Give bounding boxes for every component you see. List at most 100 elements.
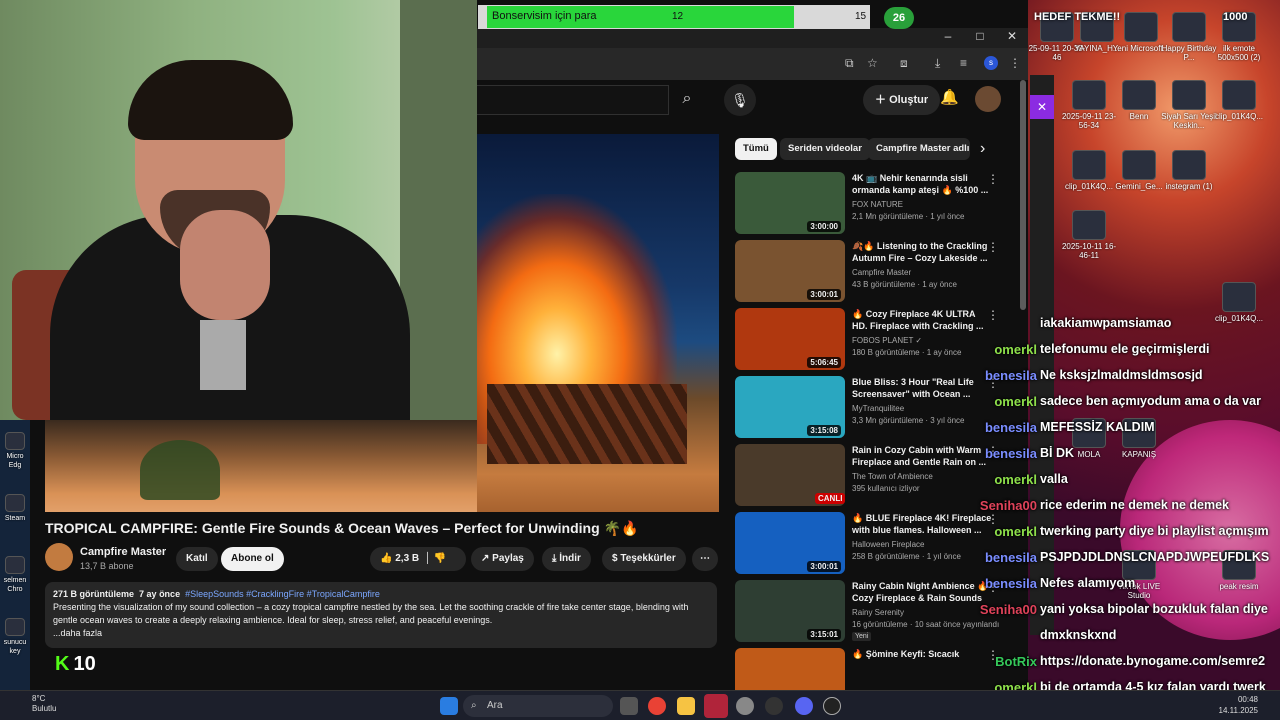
obs-icon[interactable] — [765, 697, 783, 715]
view-count: 271 B görüntüleme — [53, 589, 135, 599]
share-button[interactable]: ↗ Paylaş — [471, 547, 534, 571]
recommendation-channel[interactable]: Campfire Master — [852, 268, 911, 277]
clock[interactable]: 00:48 14.11.2025 — [1219, 694, 1258, 716]
duration-badge: 3:15:08 — [807, 425, 841, 436]
create-button[interactable]: ＋ Oluştur — [863, 85, 941, 115]
chat-text: yani yoksa bipolar bozukluk falan diye — [1040, 602, 1268, 616]
recommendation-channel[interactable]: MyTranquilitee — [852, 404, 904, 413]
desktop-icon-label: Steam — [4, 515, 26, 522]
playlist-icon[interactable]: ≡ — [960, 56, 967, 70]
chip-series[interactable]: Seriden videolar — [780, 138, 870, 160]
more-icon[interactable]: ⋮ — [987, 240, 999, 254]
more-icon[interactable]: ⋯ — [692, 547, 718, 571]
chip-channel[interactable]: Campfire Master adlı — [868, 138, 970, 160]
chat-username: benesila — [984, 576, 1037, 591]
desktop-icon[interactable]: Micro Edg — [0, 432, 30, 470]
recommendation-channel[interactable]: Halloween Fireplace — [852, 540, 924, 549]
recommendation-title[interactable]: Blue Bliss: 3 Hour "Real Life Screensave… — [852, 376, 992, 400]
star-icon[interactable]: ☆ — [867, 56, 878, 70]
recommendation-title[interactable]: 🔥 BLUE Fireplace 4K! Fireplace with blue… — [852, 512, 992, 536]
thanks-label: Teşekkürler — [620, 553, 676, 564]
desktop-icon-label: ilk emote 500x500 (2) — [1217, 44, 1261, 62]
chevron-right-icon[interactable]: › — [980, 140, 985, 158]
recommendation-meta: 3,3 Mn görüntüleme · 3 yıl önce — [852, 416, 965, 425]
mic-icon[interactable]: 🎙 — [724, 84, 756, 116]
subscribe-button[interactable]: Abone ol — [221, 547, 284, 571]
recommendation-channel[interactable]: The Town of Ambience — [852, 472, 933, 481]
taskbar-search[interactable]: ⌕ Ara — [463, 695, 613, 717]
task-view-icon[interactable] — [620, 697, 638, 715]
like-button[interactable]: 👍 2,3 B │ 👎 — [370, 547, 466, 571]
chat-username: benesila — [984, 446, 1037, 461]
extensions-icon[interactable]: ⧈ — [900, 56, 908, 71]
desktop-icon[interactable]: Steam — [0, 494, 30, 523]
avatar[interactable] — [975, 86, 1001, 112]
recommendation-channel[interactable]: FOX NATURE — [852, 200, 903, 209]
recommendation-title[interactable]: 4K 📺 Nehir kenarında sisli ormanda kamp … — [852, 172, 992, 196]
discord-icon[interactable] — [795, 697, 813, 715]
chat-username: BotRix — [995, 654, 1037, 669]
goal-badge: 26 — [884, 7, 914, 29]
menu-icon[interactable]: ⋮ — [1009, 56, 1021, 70]
app-icon — [5, 432, 25, 450]
recommendation-channel[interactable]: Rainy Serenity — [852, 608, 904, 617]
minimize-icon[interactable]: – — [932, 28, 964, 48]
duration-badge: 5:06:45 — [807, 357, 841, 368]
share-label: Paylaş — [492, 553, 524, 564]
app-icon[interactable] — [704, 694, 728, 718]
folder-icon[interactable] — [677, 697, 695, 715]
search-input[interactable] — [477, 85, 669, 115]
recommendation-title[interactable]: 🔥 Cozy Fireplace 4K ULTRA HD. Fireplace … — [852, 308, 992, 332]
desktop-icon-label: 2025-10-11 16-46-11 — [1061, 242, 1117, 260]
profile-icon[interactable]: s — [984, 56, 998, 70]
desktop-icon[interactable]: sunucu key — [0, 618, 30, 656]
desktop-icon[interactable]: selmen Chro — [0, 556, 30, 594]
file-icon — [1222, 282, 1256, 312]
play-icon[interactable] — [823, 697, 841, 715]
desktop-icon[interactable]: instegram (1) — [1160, 150, 1218, 191]
settings-icon[interactable] — [736, 697, 754, 715]
more-icon[interactable]: ⋮ — [987, 172, 999, 186]
description-box[interactable]: 271 B görüntüleme 7 ay önce #SleepSounds… — [45, 582, 717, 648]
close-icon[interactable]: ✕ — [996, 28, 1028, 48]
file-icon — [1172, 80, 1206, 110]
recommendation-title[interactable]: Rain in Cozy Cabin with Warm Fireplace a… — [852, 444, 992, 468]
app-icon — [5, 494, 25, 512]
recommendation-title[interactable]: 🍂🔥 Listening to the Crackling Autumn Fir… — [852, 240, 992, 264]
chat-text: dmxknskxnd — [1040, 628, 1117, 642]
maximize-icon[interactable]: □ — [964, 28, 996, 48]
thanks-button[interactable]: $ Teşekkürler — [602, 547, 686, 571]
chat-username: omerkl — [994, 472, 1037, 487]
channel-avatar[interactable] — [45, 543, 73, 571]
chat-username: benesila — [984, 420, 1037, 435]
desktop-icon[interactable]: clip_01K4Q... — [1210, 80, 1268, 121]
start-icon[interactable] — [440, 697, 458, 715]
show-more-link[interactable]: ...daha fazla — [53, 627, 709, 640]
recommendation-item[interactable]: 3:00:00 4K 📺 Nehir kenarında sisli ormand… — [735, 172, 1025, 236]
video-player[interactable] — [477, 134, 719, 512]
recommendation-meta: 43 B görüntüleme · 1 ay önce — [852, 280, 957, 289]
download-button[interactable]: ⤓ İndir — [542, 547, 591, 571]
search-icon[interactable]: ⌕ — [669, 85, 705, 115]
chip-all[interactable]: Tümü — [735, 138, 777, 160]
close-panel-icon[interactable]: ✕ — [1030, 95, 1054, 119]
new-badge: Yeni — [852, 632, 872, 641]
recommendation-item[interactable]: 3:00:01 🍂🔥 Listening to the Crackling Aut… — [735, 240, 1025, 304]
bell-icon[interactable]: 🔔 — [940, 88, 959, 106]
weather-widget[interactable]: 8°C Bulutlu — [10, 694, 56, 714]
recommendation-channel[interactable]: FOBOS PLANET ✓ — [852, 336, 922, 345]
recommendation-title[interactable]: 🔥 Şömine Keyfi: Sıcacık — [852, 648, 992, 660]
cast-icon[interactable]: ⧉ — [845, 56, 854, 71]
recommendation-title[interactable]: Rainy Cabin Night Ambience 🔥 Cozy Firepl… — [852, 580, 992, 606]
chat-text: rice ederim ne demek ne demek — [1040, 498, 1229, 512]
channel-name[interactable]: Campfire Master — [80, 546, 166, 558]
address-bar[interactable]: ⧉ ☆ ⧈ ⤓ ≡ s ⋮ — [477, 48, 1028, 80]
chat-text: valla — [1040, 472, 1068, 486]
desktop-icon[interactable]: 2025-10-11 16-46-11 — [1060, 210, 1118, 260]
scrollbar[interactable] — [1020, 80, 1026, 310]
recommendation-meta: 395 kullanıcı izliyor — [852, 484, 920, 493]
download-icon[interactable]: ⤓ — [935, 56, 940, 71]
hashtags[interactable]: #SleepSounds #CracklingFire #TropicalCam… — [185, 589, 380, 599]
join-button[interactable]: Katıl — [176, 547, 218, 571]
chrome-icon[interactable] — [648, 697, 666, 715]
